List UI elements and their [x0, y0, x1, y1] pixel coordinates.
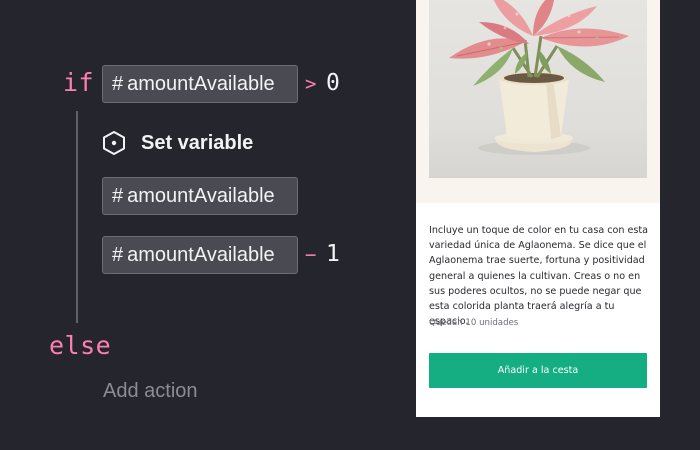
else-keyword: else — [49, 331, 112, 360]
expression-variable-chip[interactable]: # amountAvailable — [102, 236, 298, 274]
potted-plant-photo — [429, 0, 647, 178]
condition-variable-chip[interactable]: # amountAvailable — [102, 65, 298, 103]
condition-operator[interactable]: > — [305, 73, 316, 95]
if-keyword: if — [63, 68, 95, 97]
expression-operator[interactable]: − — [305, 244, 316, 266]
target-variable-name: amountAvailable — [127, 185, 275, 207]
expression-value[interactable]: 1 — [326, 241, 340, 267]
number-type-icon: # — [112, 73, 124, 95]
product-card: Incluye un toque de color en tu casa con… — [416, 0, 660, 417]
stock-count: Quedan 10 unidades — [429, 318, 519, 328]
condition-variable-name: amountAvailable — [127, 73, 275, 95]
set-variable-action[interactable]: Set variable — [102, 129, 253, 157]
target-variable-chip[interactable]: # amountAvailable — [102, 177, 298, 215]
product-image-area — [416, 0, 660, 203]
add-to-cart-button[interactable]: Añadir a la cesta — [429, 353, 647, 388]
expression-variable-name: amountAvailable — [127, 244, 275, 266]
set-variable-label: Set variable — [141, 131, 254, 154]
product-description: Incluye un toque de color en tu casa con… — [429, 225, 649, 328]
hexagon-dot-icon — [103, 131, 125, 155]
condition-value[interactable]: 0 — [326, 70, 340, 96]
if-branch-line — [76, 111, 78, 323]
number-type-icon: # — [112, 185, 124, 207]
number-type-icon: # — [112, 244, 124, 266]
add-action-button[interactable]: Add action — [103, 380, 198, 403]
